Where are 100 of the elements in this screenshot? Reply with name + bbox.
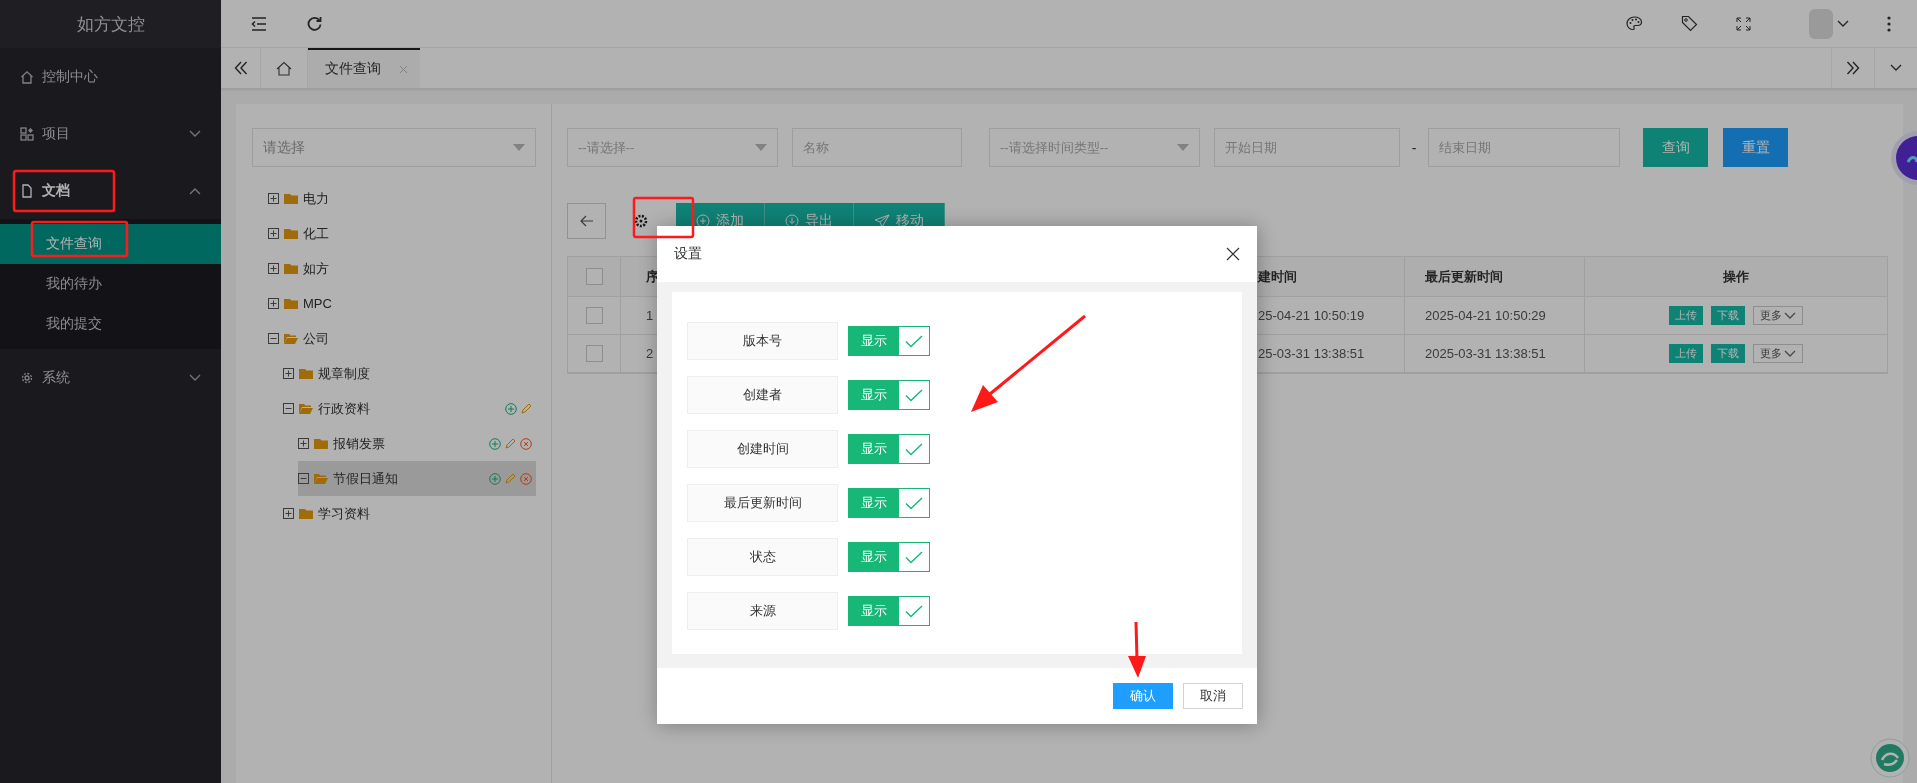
table-cell: 2025-03-31 13:38:51 xyxy=(1405,335,1585,373)
sidebar-item[interactable]: 控制中心 xyxy=(0,48,221,105)
field-label: 创建者 xyxy=(687,376,838,414)
expand-icon[interactable] xyxy=(268,298,279,309)
expand-icon[interactable] xyxy=(268,263,279,274)
tree-node[interactable]: 电力 xyxy=(268,181,536,216)
sidebar-subitem[interactable]: 我的待办 xyxy=(0,264,221,304)
table-cell: 2025-04-21 10:50:29 xyxy=(1405,297,1585,335)
open-folder-icon xyxy=(314,472,328,485)
folder-icon xyxy=(284,192,298,205)
highlight-box xyxy=(632,196,695,239)
double-chevron-left-icon[interactable] xyxy=(233,61,248,75)
chevron-down-icon xyxy=(189,129,201,138)
dropdown-arrow-icon xyxy=(755,144,767,151)
open-folder-icon xyxy=(299,402,313,415)
check-icon xyxy=(905,442,923,456)
field-label: 版本号 xyxy=(687,322,838,360)
checkbox[interactable] xyxy=(585,307,603,324)
app-title: 如方文控 xyxy=(0,0,221,48)
folder-icon xyxy=(299,507,313,520)
grid-icon xyxy=(20,126,34,141)
expand-icon[interactable] xyxy=(268,228,279,239)
orb-icon[interactable] xyxy=(1890,130,1917,186)
delete-icon[interactable] xyxy=(520,437,532,450)
field-label: 创建时间 xyxy=(687,430,838,468)
annotation-arrow xyxy=(1128,621,1146,678)
expand-icon[interactable] xyxy=(283,508,294,519)
home-icon[interactable] xyxy=(276,60,292,76)
close-icon[interactable] xyxy=(1226,247,1240,261)
tree-node[interactable]: 报销发票 xyxy=(298,426,536,461)
tree-node[interactable]: 化工 xyxy=(268,216,536,251)
folder-icon xyxy=(284,262,298,275)
chevron-down-icon xyxy=(1837,19,1849,28)
folder-icon xyxy=(299,367,313,380)
range-separator: - xyxy=(1410,139,1418,156)
collapse-icon[interactable] xyxy=(283,403,294,414)
sidebar-item[interactable]: 项目 xyxy=(0,105,221,162)
sidebar-item[interactable]: 系统 xyxy=(0,349,221,406)
sidebar-subitem[interactable]: 文件查询 xyxy=(0,224,221,264)
open-folder-icon xyxy=(284,332,298,345)
tree-node[interactable]: 规章制度 xyxy=(283,356,536,391)
checkbox[interactable] xyxy=(585,345,603,362)
chevron-up-icon xyxy=(189,186,201,195)
gear-icon xyxy=(634,214,648,228)
expand-icon[interactable] xyxy=(298,438,309,449)
tree-node[interactable]: 公司 xyxy=(268,321,536,356)
checkbox[interactable] xyxy=(585,268,603,285)
field-label: 来源 xyxy=(687,592,838,630)
folder-icon xyxy=(284,297,298,310)
sidebar-item[interactable]: 文档 xyxy=(0,162,221,219)
fullscreen-icon[interactable] xyxy=(1736,16,1751,31)
chevron-down-icon xyxy=(1890,64,1902,72)
refresh-icon[interactable] xyxy=(307,16,322,31)
check-icon xyxy=(905,496,923,510)
expand-icon[interactable] xyxy=(283,368,294,379)
sidebar-subitem[interactable]: 我的提交 xyxy=(0,304,221,344)
tree-node[interactable]: 行政资料 xyxy=(283,391,536,426)
cancel-button[interactable]: 取消 xyxy=(1183,683,1243,709)
check-icon xyxy=(905,550,923,564)
tree-node[interactable]: 如方 xyxy=(268,251,536,286)
folder-icon xyxy=(314,437,328,450)
table-cell: 25-04-21 10:50:19 xyxy=(1258,297,1405,335)
more-dropdown[interactable]: 更多 xyxy=(1753,306,1803,325)
collapse-icon[interactable] xyxy=(268,333,279,344)
field-label: 状态 xyxy=(687,538,838,576)
palette-icon[interactable] xyxy=(1626,16,1643,31)
dropdown-arrow-icon xyxy=(1177,144,1189,151)
check-icon xyxy=(905,388,923,402)
column-header: 操作 xyxy=(1585,257,1887,297)
confirm-button[interactable]: 确认 xyxy=(1113,683,1173,709)
more-dropdown[interactable]: 更多 xyxy=(1753,344,1803,363)
tree-node[interactable]: 学习资料 xyxy=(283,496,536,531)
arrow-left-icon xyxy=(579,215,594,227)
swirl-icon[interactable] xyxy=(1870,738,1910,778)
expand-icon[interactable] xyxy=(268,193,279,204)
chevron-down-icon xyxy=(1784,349,1796,358)
check-icon xyxy=(905,334,923,348)
menu-fold-icon[interactable] xyxy=(251,16,267,31)
chevron-down-icon xyxy=(1784,311,1796,320)
more-icon[interactable] xyxy=(1887,15,1891,32)
dialog-title: 设置 xyxy=(674,245,702,263)
dropdown-arrow-icon xyxy=(513,144,525,151)
column-header: 最后更新时间 xyxy=(1405,257,1585,297)
double-chevron-right-icon[interactable] xyxy=(1846,61,1860,75)
input-field[interactable]: 结束日期 xyxy=(1428,128,1620,167)
tree-node[interactable]: MPC xyxy=(268,286,536,321)
collapse-icon[interactable] xyxy=(298,473,309,484)
gear-icon xyxy=(20,370,34,385)
folder-icon xyxy=(284,227,298,240)
input-field[interactable]: 名称 xyxy=(792,128,962,167)
tree-node[interactable]: 节假日通知 xyxy=(298,461,536,496)
input-field[interactable]: 开始日期 xyxy=(1214,128,1400,167)
column-header: 建时间 xyxy=(1258,257,1405,297)
tag-icon[interactable] xyxy=(1681,15,1698,32)
document-icon xyxy=(20,183,34,198)
chevron-down-icon xyxy=(189,373,201,382)
field-label: 最后更新时间 xyxy=(687,484,838,522)
home-icon xyxy=(20,69,34,84)
tab[interactable]: 文件查询 xyxy=(308,48,420,88)
table-cell: 25-03-31 13:38:51 xyxy=(1258,335,1405,373)
